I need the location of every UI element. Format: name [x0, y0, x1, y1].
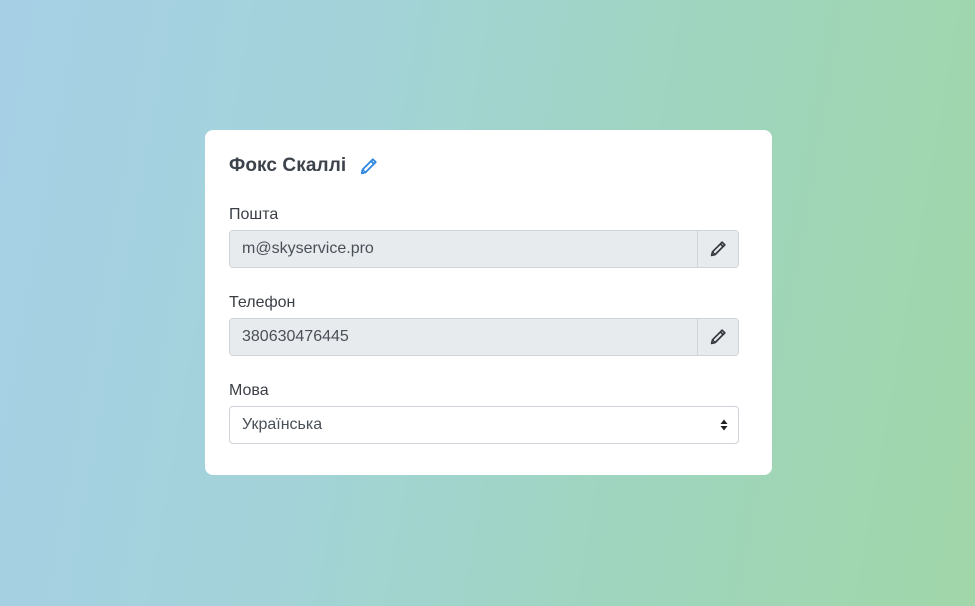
edit-name-button[interactable]	[358, 156, 378, 176]
language-field-group: Мова Українська	[229, 378, 748, 444]
email-label: Пошта	[229, 206, 279, 223]
profile-card: Фокс Скаллі Пошта m@skyservice.pro Телеф…	[205, 130, 772, 475]
user-name: Фокс Скаллі	[229, 155, 347, 176]
email-input-group: m@skyservice.pro	[229, 230, 739, 268]
language-select[interactable]: Українська	[229, 406, 739, 444]
phone-field-group: Телефон 380630476445	[229, 290, 748, 356]
language-label: Мова	[229, 382, 269, 399]
pencil-icon	[710, 241, 726, 257]
sort-arrows-icon	[720, 419, 728, 431]
phone-label: Телефон	[229, 294, 296, 311]
edit-phone-button[interactable]	[698, 319, 738, 355]
email-field[interactable]: m@skyservice.pro	[230, 231, 698, 267]
profile-header: Фокс Скаллі	[229, 130, 748, 202]
pencil-icon	[710, 329, 726, 345]
edit-email-button[interactable]	[698, 231, 738, 267]
language-selected-value: Українська	[242, 416, 323, 433]
phone-input-group: 380630476445	[229, 318, 739, 356]
pencil-icon	[360, 157, 377, 174]
phone-field[interactable]: 380630476445	[230, 319, 698, 355]
email-field-group: Пошта m@skyservice.pro	[229, 202, 748, 268]
